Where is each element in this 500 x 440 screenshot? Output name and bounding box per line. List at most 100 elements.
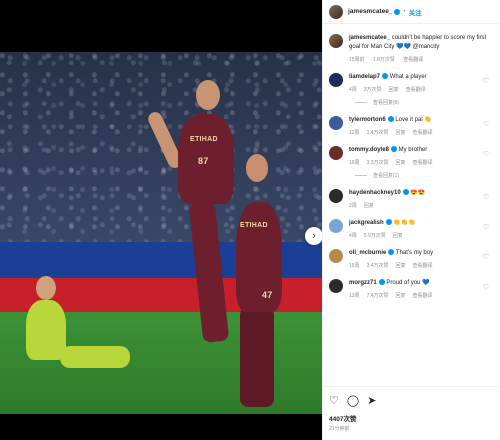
comment-items: liamdelap7 What a player 4周 3万次赞 回复 查看翻译 ♡ 查看回… xyxy=(329,73,495,299)
comment-avatar[interactable] xyxy=(329,146,343,160)
comment-list[interactable]: jamesmcatee_ couldn't be happier to scor… xyxy=(323,26,500,386)
comment-like-heart-icon[interactable]: ♡ xyxy=(483,77,489,85)
jersey-number: 47 xyxy=(262,290,273,300)
caption-user[interactable]: jamesmcatee_ xyxy=(349,35,390,41)
reply-button[interactable]: 回复 xyxy=(396,130,406,136)
post-date: 21分钟前 xyxy=(329,426,350,432)
author-avatar[interactable] xyxy=(329,4,343,19)
comment-text: 👏👏👏 xyxy=(393,220,416,226)
comment-text: What a player xyxy=(389,74,427,80)
comment-icon[interactable]: ◯ xyxy=(347,394,359,407)
verified-badge-icon xyxy=(382,73,389,80)
comment-text: Love it pal 👏 xyxy=(395,117,432,123)
view-replies-button[interactable]: 查看回复(8) xyxy=(355,99,495,106)
heart-icon[interactable]: ♡ xyxy=(329,394,339,407)
comment-meta: 15周 3.4万次赞 回复 查看翻译 xyxy=(349,262,495,269)
comment-text-line: jackgrealish 👏👏👏 xyxy=(349,219,495,228)
comment-user[interactable]: morgzz71 xyxy=(349,280,377,286)
comment-avatar[interactable] xyxy=(329,279,343,293)
verified-badge-icon xyxy=(378,279,385,286)
comment-item: jackgrealish 👏👏👏 4周 5.9万次赞 回复 ♡ xyxy=(329,219,495,239)
likes-count[interactable]: 4407次赞 xyxy=(329,413,495,423)
comment-meta: 13周 7.4万次赞 回复 查看翻译 xyxy=(349,292,495,299)
comment-like-heart-icon[interactable]: ♡ xyxy=(483,223,489,231)
comment-item: liamdelap7 What a player 4周 3万次赞 回复 查看翻译 ♡ xyxy=(329,73,495,93)
view-replies-button[interactable]: 查看回复(1) xyxy=(355,172,495,179)
caption: jamesmcatee_ couldn't be happier to scor… xyxy=(329,34,495,63)
comment-likes: 3.3万次赞 xyxy=(366,160,389,166)
comment-avatar[interactable] xyxy=(329,249,343,263)
comment-time: 12周 xyxy=(349,130,360,136)
comment-body: tylermorton6 Love it pal 👏 12周 1.4万次赞 回复 查看翻… xyxy=(349,116,495,136)
comment-meta: 2周 回复 xyxy=(349,202,495,209)
comment-like-heart-icon[interactable]: ♡ xyxy=(483,283,489,291)
separator-dot: • xyxy=(403,8,406,15)
comment-user[interactable]: oli_mcburnie xyxy=(349,250,386,256)
verified-badge-icon xyxy=(387,116,394,123)
comment-user[interactable]: haydenhackney10 xyxy=(349,190,401,196)
comment-like-heart-icon[interactable]: ♡ xyxy=(483,150,489,158)
comment-text: That's my boy xyxy=(395,250,434,256)
comment-text-line: oli_mcburnie That's my boy xyxy=(349,249,495,258)
follow-button[interactable]: 关注 xyxy=(409,7,422,17)
comment-time: 13周 xyxy=(349,293,360,299)
comment-time: 2周 xyxy=(349,203,357,209)
comment-item: morgzz71 Proud of you 💙 13周 7.4万次赞 回复 查看翻译 ♡ xyxy=(329,279,495,299)
translate-button[interactable]: 查看翻译 xyxy=(413,263,433,269)
reply-button[interactable]: 回复 xyxy=(393,233,403,239)
comment-likes: 3.4万次赞 xyxy=(366,263,389,269)
verified-badge-icon xyxy=(385,219,392,226)
comments-panel: jamesmcatee_ • 关注 jamesmcatee_ couldn't … xyxy=(322,0,500,440)
comment-body: morgzz71 Proud of you 💙 13周 7.4万次赞 回复 查看翻译 xyxy=(349,279,495,299)
comment-text: Proud of you 💙 xyxy=(386,280,430,286)
share-icon[interactable]: ➤ xyxy=(367,394,376,407)
comment-user[interactable]: liamdelap7 xyxy=(349,74,380,80)
comment-time: 4周 xyxy=(349,233,357,239)
comment-avatar[interactable] xyxy=(329,189,343,203)
verified-badge-icon xyxy=(388,249,395,256)
comment-likes: 1.4万次赞 xyxy=(366,130,389,136)
comment-like-heart-icon[interactable]: ♡ xyxy=(483,120,489,128)
translate-button[interactable]: 查看翻译 xyxy=(413,293,433,299)
post-header: jamesmcatee_ • 关注 xyxy=(323,0,500,24)
comment-avatar[interactable] xyxy=(329,219,343,233)
reply-button[interactable]: 回复 xyxy=(396,293,406,299)
comment-likes: 5.9万次赞 xyxy=(363,233,386,239)
comment-time: 16周 xyxy=(349,160,360,166)
reply-button[interactable]: 回复 xyxy=(364,203,374,209)
reply-button[interactable]: 回复 xyxy=(396,263,406,269)
comment-item: tommy.doyle8 My brother 16周 3.3万次赞 回复 查看翻译 ♡ xyxy=(329,146,495,166)
caption-translate[interactable]: 查看翻译 xyxy=(403,57,423,63)
comment-body: tommy.doyle8 My brother 16周 3.3万次赞 回复 查看翻译 xyxy=(349,146,495,166)
comment-user[interactable]: tommy.doyle8 xyxy=(349,147,389,153)
post-media: ETIHAD 87 ETIHAD 47 › xyxy=(0,0,322,440)
verified-badge-icon xyxy=(402,189,409,196)
comment-like-heart-icon[interactable]: ♡ xyxy=(483,193,489,201)
caption-time: 15周前 xyxy=(349,57,365,63)
comment-text-line: haydenhackney10 😍😍 xyxy=(349,189,495,198)
chevron-right-icon[interactable]: › xyxy=(305,227,322,245)
comment-avatar[interactable] xyxy=(329,73,343,87)
reply-button[interactable]: 回复 xyxy=(396,160,406,166)
caption-avatar[interactable] xyxy=(329,34,343,48)
author-name[interactable]: jamesmcatee_ xyxy=(348,8,392,15)
comment-body: oli_mcburnie That's my boy 15周 3.4万次赞 回复 查看翻… xyxy=(349,249,495,269)
comment-text-line: morgzz71 Proud of you 💙 xyxy=(349,279,495,288)
comment-meta: 4周 5.9万次赞 回复 xyxy=(349,232,495,239)
reply-button[interactable]: 回复 xyxy=(389,87,399,93)
comment-text-line: tylermorton6 Love it pal 👏 xyxy=(349,116,495,125)
caption-likes: 1.8万次赞 xyxy=(372,57,395,63)
comment-body: liamdelap7 What a player 4周 3万次赞 回复 查看翻译 xyxy=(349,73,495,93)
comment-body: jackgrealish 👏👏👏 4周 5.9万次赞 回复 xyxy=(349,219,495,239)
comment-user[interactable]: jackgrealish xyxy=(349,220,384,226)
comment-avatar[interactable] xyxy=(329,116,343,130)
comment-user[interactable]: tylermorton6 xyxy=(349,117,386,123)
translate-button[interactable]: 查看翻译 xyxy=(413,160,433,166)
teammate-running xyxy=(236,202,282,312)
translate-button[interactable]: 查看翻译 xyxy=(406,87,426,93)
comment-text-line: liamdelap7 What a player xyxy=(349,73,495,82)
comment-body: haydenhackney10 😍😍 2周 回复 xyxy=(349,189,495,209)
comment-item: tylermorton6 Love it pal 👏 12周 1.4万次赞 回复 查看翻… xyxy=(329,116,495,136)
translate-button[interactable]: 查看翻译 xyxy=(413,130,433,136)
comment-like-heart-icon[interactable]: ♡ xyxy=(483,253,489,261)
